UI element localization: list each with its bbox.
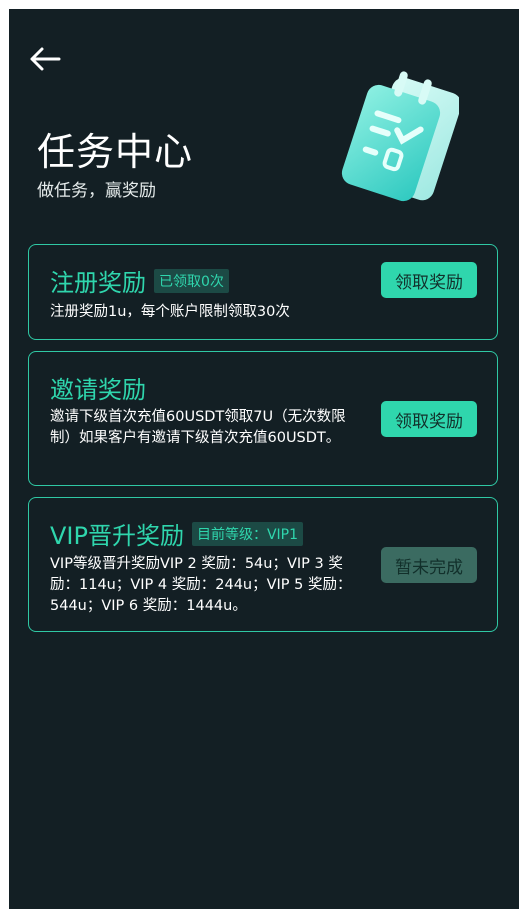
task-card-vip: VIP晋升奖励 目前等级：VIP1 VIP等级晋升奖励VIP 2 奖励：54u；V… bbox=[28, 497, 498, 632]
claim-reward-button[interactable]: 领取奖励 bbox=[381, 262, 477, 298]
task-card-invite: 邀请奖励 邀请下级首次充值60USDT领取7U（无次数限制）如果客户有邀请下级首… bbox=[28, 351, 498, 486]
task-description: 注册奖励1u，每个账户限制领取30次 bbox=[50, 304, 290, 320]
claim-reward-button[interactable]: 领取奖励 bbox=[381, 401, 477, 437]
vip-level-badge: 目前等级：VIP1 bbox=[191, 522, 304, 546]
task-notepad-icon bbox=[335, 61, 462, 207]
task-title-text: VIP晋升奖励 bbox=[50, 522, 184, 550]
not-completed-button: 暂未完成 bbox=[381, 547, 477, 583]
page-title: 任务中心 bbox=[37, 130, 194, 174]
task-description: 邀请下级首次充值60USDT领取7U（无次数限制）如果客户有邀请下级首次充值60… bbox=[50, 409, 346, 446]
task-card-register: 注册奖励 已领取0次 注册奖励1u，每个账户限制领取30次 领取奖励 bbox=[28, 244, 498, 340]
task-center-screen: 任务中心 做任务，赢奖励 注册奖励 已领取0次 注册奖励1u，每个账户限制领取3… bbox=[9, 9, 519, 909]
task-title: 注册奖励 已领取0次 bbox=[50, 263, 229, 298]
task-description: VIP等级晋升奖励VIP 2 奖励：54u；VIP 3 奖励：114u；VIP … bbox=[50, 556, 352, 614]
back-arrow-icon[interactable] bbox=[27, 45, 63, 73]
task-title: 邀请奖励 bbox=[50, 376, 146, 404]
task-title: VIP晋升奖励 目前等级：VIP1 bbox=[50, 516, 304, 551]
page-subtitle: 做任务，赢奖励 bbox=[37, 181, 156, 201]
task-title-text: 注册奖励 bbox=[50, 269, 146, 297]
claimed-count-badge: 已领取0次 bbox=[154, 269, 229, 293]
